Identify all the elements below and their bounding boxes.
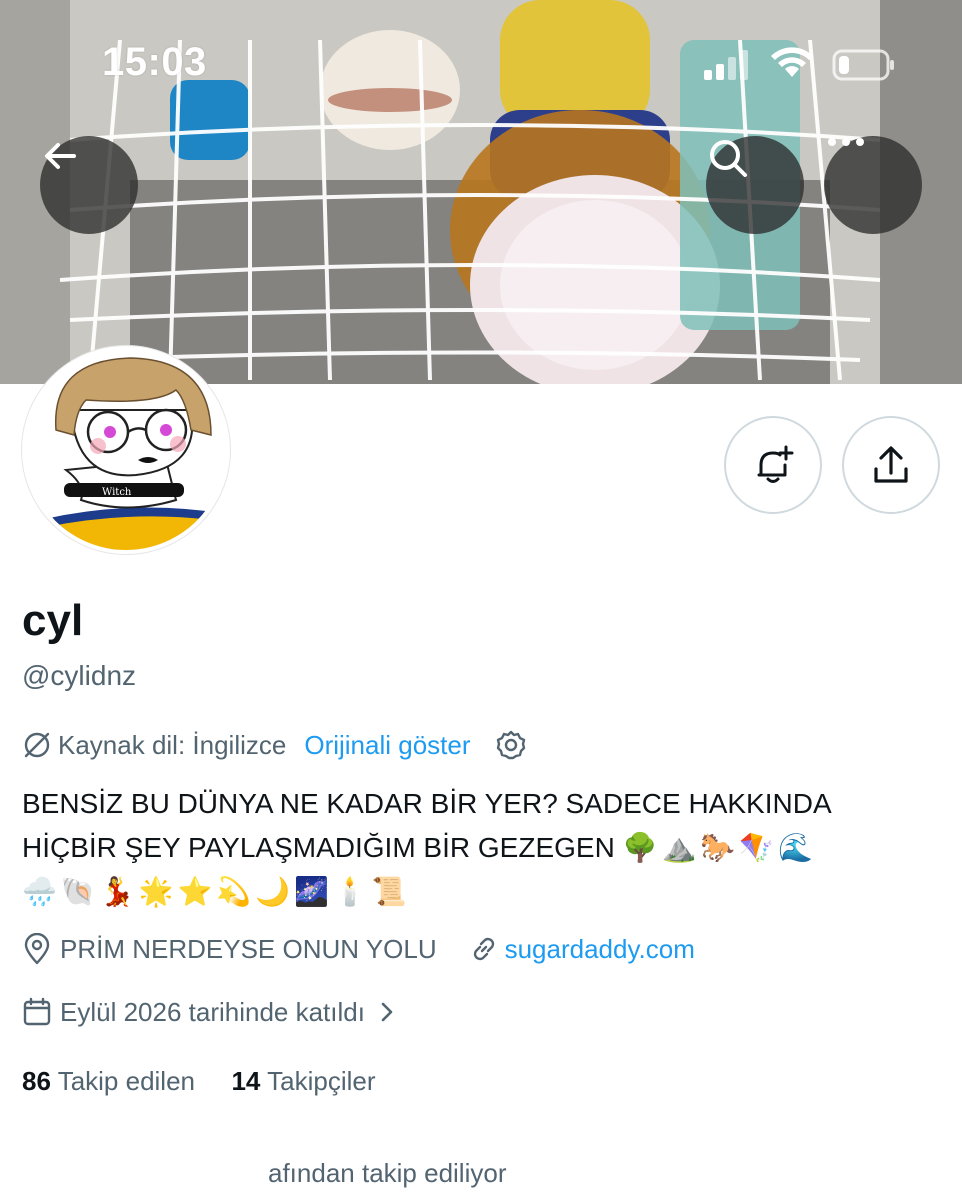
bio-line-1: BENSİZ BU DÜNYA NE KADAR BİR YER? SADECE…: [22, 788, 832, 819]
followers-count: 14: [231, 1066, 261, 1096]
gear-icon[interactable]: [495, 729, 527, 761]
share-icon: [874, 446, 908, 483]
status-time: 15:03: [102, 40, 207, 84]
followers-label: Takipçiler: [267, 1066, 376, 1096]
follow-stats: 86 Takip edilen 14 Takipçiler: [22, 1066, 376, 1097]
joined-date: Eylül 2026 tarihinde katıldı: [60, 996, 365, 1027]
battery-icon: [832, 49, 894, 81]
show-original-link[interactable]: Orijinali göster: [304, 730, 470, 761]
more-button[interactable]: [824, 136, 922, 234]
translate-icon: [24, 732, 50, 758]
following-count: 86: [22, 1066, 51, 1096]
signal-icon: [704, 50, 748, 80]
avatar-choker-text: Witch: [102, 487, 132, 498]
avatar-illustration: Witch: [26, 350, 226, 550]
avatar[interactable]: Witch: [22, 346, 230, 554]
more-icon: [828, 138, 864, 146]
bio-emoji-line-3: 🌧️🐚💃🌟⭐💫🌙🌌🕯️📜: [22, 876, 411, 907]
bell-plus-icon: [757, 445, 794, 483]
share-button[interactable]: [842, 416, 940, 514]
search-icon: [710, 140, 747, 177]
translation-row: Kaynak dil: İngilizce Orijinali göster: [22, 728, 527, 762]
profile-bio: BENSİZ BU DÜNYA NE KADAR BİR YER? SADECE…: [22, 782, 942, 914]
bio-line-2-text: HİÇBİR ŞEY PAYLAŞMADIĞIM BİR GEZEGEN: [22, 832, 615, 863]
wifi-icon: [771, 47, 813, 77]
profile-name: cyl: [22, 596, 84, 645]
status-icons: [700, 46, 900, 86]
profile-location: PRİM NERDEYSE ONUN YOLU: [60, 933, 437, 964]
search-button[interactable]: [706, 136, 804, 234]
bio-emoji-line-2: 🌳⛰️🐎🪁🌊: [622, 832, 817, 863]
arrow-left-icon: [45, 143, 76, 169]
profile-meta: PRİM NERDEYSE ONUN YOLU sugardaddy.com: [22, 931, 695, 967]
joined-date-row[interactable]: Eylül 2026 tarihinde katıldı: [22, 994, 399, 1030]
bio-line-2: HİÇBİR ŞEY PAYLAŞMADIĞIM BİR GEZEGEN 🌳⛰️…: [22, 826, 942, 870]
link-icon: [473, 937, 494, 961]
followed-by-text[interactable]: afından takip ediliyor: [268, 1158, 506, 1189]
notify-button[interactable]: [724, 416, 822, 514]
followers-stat[interactable]: 14 Takipçiler: [231, 1066, 375, 1096]
profile-banner[interactable]: 15:03: [0, 0, 962, 384]
location-icon: [24, 933, 50, 965]
following-stat[interactable]: 86 Takip edilen: [22, 1066, 195, 1096]
chevron-right-icon: [381, 1002, 393, 1022]
back-button[interactable]: [40, 136, 138, 234]
calendar-icon: [23, 997, 51, 1026]
source-language-label: Kaynak dil: İngilizce: [58, 729, 287, 760]
profile-website-link[interactable]: sugardaddy.com: [505, 934, 695, 965]
profile-handle: @cylidnz: [22, 660, 137, 691]
following-label: Takip edilen: [57, 1066, 195, 1096]
